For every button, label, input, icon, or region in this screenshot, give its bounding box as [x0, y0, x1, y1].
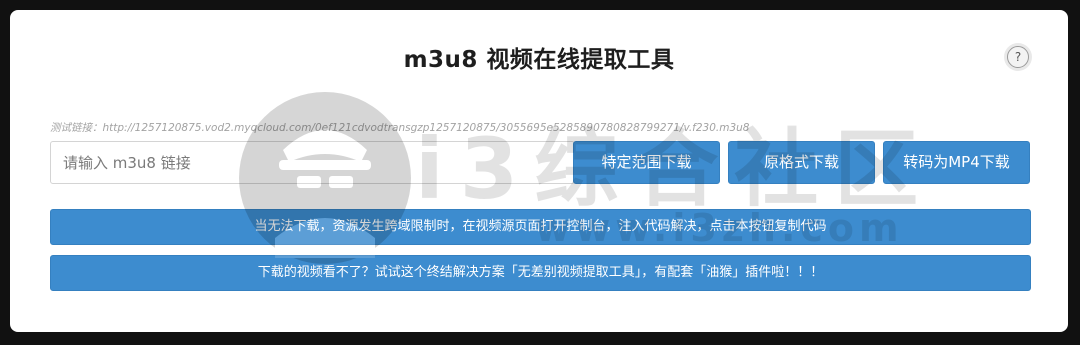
test-link-text: 测试链接：http://1257120875.vod2.myqcloud.com… — [50, 122, 750, 134]
help-icon[interactable]: ? — [1007, 46, 1029, 68]
video-extract-tool-button[interactable]: 下载的视频看不了？试试这个终结解决方案「无差别视频提取工具」，有配套「油猴」插件… — [50, 255, 1031, 291]
main-panel: m3u8 视频在线提取工具 ? 测试链接：http://1257120875.v… — [10, 10, 1068, 332]
mp4-download-button[interactable]: 转码为MP4下载 — [883, 141, 1030, 184]
m3u8-url-input[interactable] — [50, 141, 575, 184]
copy-cors-code-button[interactable]: 当无法下载，资源发生跨域限制时，在视频源页面打开控制台，注入代码解决，点击本按钮… — [50, 209, 1031, 245]
original-download-button[interactable]: 原格式下载 — [728, 141, 875, 184]
page-title: m3u8 视频在线提取工具 — [403, 47, 675, 73]
range-download-button[interactable]: 特定范围下载 — [573, 141, 720, 184]
